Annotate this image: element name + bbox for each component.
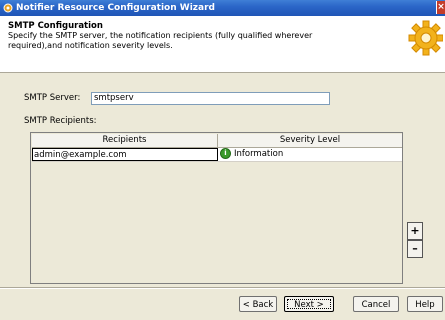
- table-row[interactable]: admin@example.com i Information: [32, 148, 402, 162]
- help-button[interactable]: Help: [407, 296, 443, 312]
- add-recipient-button[interactable]: +: [407, 222, 423, 240]
- page-title: SMTP Configuration: [8, 21, 103, 31]
- smtp-recipients-label: SMTP Recipients:: [24, 116, 97, 126]
- next-button[interactable]: Next >: [284, 296, 334, 312]
- gear-icon: [408, 20, 443, 56]
- column-header-severity[interactable]: Severity Level: [218, 134, 402, 147]
- recipient-cell[interactable]: admin@example.com: [32, 148, 218, 161]
- recipients-table: Recipients Severity Level admin@example.…: [30, 132, 403, 284]
- title-bar: Notifier Resource Configuration Wizard ×: [0, 0, 445, 16]
- smtp-server-label: SMTP Server:: [24, 93, 81, 103]
- wizard-header: SMTP Configuration Specify the SMTP serv…: [0, 16, 445, 73]
- page-description: Specify the SMTP server, the notificatio…: [8, 31, 313, 50]
- close-button[interactable]: ×: [436, 1, 445, 14]
- back-button[interactable]: < Back: [239, 296, 277, 312]
- severity-cell[interactable]: i Information: [218, 148, 402, 161]
- table-header: Recipients Severity Level: [32, 134, 402, 148]
- window-title: Notifier Resource Configuration Wizard: [16, 3, 215, 13]
- information-icon: i: [220, 148, 231, 159]
- cancel-button[interactable]: Cancel: [353, 296, 399, 312]
- app-icon: [3, 3, 13, 13]
- remove-recipient-button[interactable]: –: [407, 240, 423, 258]
- footer-divider: [0, 287, 445, 289]
- severity-label: Information: [234, 149, 284, 159]
- smtp-server-input[interactable]: [91, 92, 330, 105]
- column-header-recipients[interactable]: Recipients: [32, 134, 218, 147]
